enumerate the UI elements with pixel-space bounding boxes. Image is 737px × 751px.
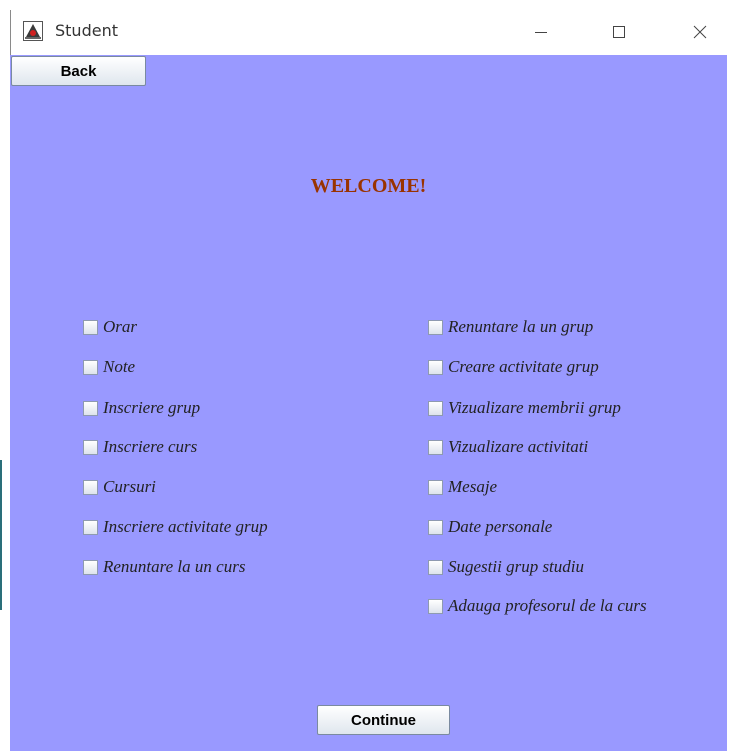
checkbox-box[interactable] — [428, 598, 443, 614]
java-duke-icon — [23, 21, 43, 41]
checkbox-cursuri[interactable]: Cursuri — [83, 476, 156, 498]
checkbox-box[interactable] — [83, 559, 98, 575]
maximize-button[interactable] — [596, 10, 642, 54]
checkbox-inscriere-activitate-grup[interactable]: Inscriere activitate grup — [83, 516, 268, 538]
checkbox-box[interactable] — [428, 359, 443, 375]
checkbox-box[interactable] — [83, 319, 98, 335]
checkbox-label: Inscriere grup — [103, 398, 201, 417]
checkbox-renuntare-curs[interactable]: Renuntare la un curs — [83, 556, 245, 578]
checkbox-label: Date personale — [448, 517, 553, 536]
checkbox-box[interactable] — [83, 400, 98, 416]
window-title: Student — [55, 21, 118, 40]
checkbox-sugestii-grup-studiu[interactable]: Sugestii grup studiu — [428, 556, 584, 578]
checkbox-label: Creare activitate grup — [448, 357, 599, 376]
checkbox-vizualizare-activitati[interactable]: Vizualizare activitati — [428, 436, 588, 458]
checkbox-box[interactable] — [83, 439, 98, 455]
checkbox-inscriere-curs[interactable]: Inscriere curs — [83, 436, 197, 458]
checkbox-vizualizare-membrii-grup[interactable]: Vizualizare membrii grup — [428, 397, 621, 419]
checkbox-date-personale[interactable]: Date personale — [428, 516, 552, 538]
checkbox-box[interactable] — [428, 479, 443, 495]
checkbox-renuntare-grup[interactable]: Renuntare la un grup — [428, 316, 593, 338]
checkbox-adauga-profesorul[interactable]: Adauga profesorul de la curs — [428, 595, 647, 617]
checkbox-label: Cursuri — [103, 477, 156, 496]
checkbox-label: Adauga profesorul de la curs — [448, 596, 647, 615]
minimize-button[interactable] — [518, 10, 564, 54]
checkbox-box[interactable] — [83, 479, 98, 495]
checkbox-box[interactable] — [428, 319, 443, 335]
checkbox-box[interactable] — [428, 400, 443, 416]
close-button[interactable] — [677, 10, 723, 54]
checkbox-box[interactable] — [428, 519, 443, 535]
checkbox-label: Mesaje — [448, 477, 498, 496]
checkbox-label: Orar — [103, 317, 138, 336]
checkbox-label: Inscriere activitate grup — [103, 517, 268, 536]
close-icon — [693, 25, 707, 39]
checkbox-box[interactable] — [83, 519, 98, 535]
continue-button[interactable]: Continue — [317, 705, 450, 735]
window-edge — [0, 460, 2, 610]
welcome-heading: WELCOME! — [310, 175, 427, 197]
checkbox-orar[interactable]: Orar — [83, 316, 137, 338]
checkbox-label: Inscriere curs — [103, 437, 198, 456]
checkbox-creare-activitate-grup[interactable]: Creare activitate grup — [428, 356, 599, 378]
minimize-icon — [535, 32, 547, 33]
title-bar[interactable]: Student — [10, 10, 737, 55]
main-panel: Back WELCOME! Orar Note Inscriere grup I… — [10, 55, 727, 751]
checkbox-box[interactable] — [428, 439, 443, 455]
checkbox-inscriere-grup[interactable]: Inscriere grup — [83, 397, 200, 419]
checkbox-label: Renuntare la un curs — [103, 557, 246, 576]
checkbox-label: Note — [103, 357, 136, 376]
checkbox-label: Sugestii grup studiu — [448, 557, 585, 576]
maximize-icon — [613, 26, 625, 38]
checkbox-label: Vizualizare activitati — [448, 437, 589, 456]
checkbox-label: Renuntare la un grup — [448, 317, 594, 336]
checkbox-label: Vizualizare membrii grup — [448, 398, 621, 417]
checkbox-box[interactable] — [428, 559, 443, 575]
checkbox-note[interactable]: Note — [83, 356, 135, 378]
checkbox-mesaje[interactable]: Mesaje — [428, 476, 497, 498]
back-button[interactable]: Back — [11, 56, 146, 86]
checkbox-box[interactable] — [83, 359, 98, 375]
